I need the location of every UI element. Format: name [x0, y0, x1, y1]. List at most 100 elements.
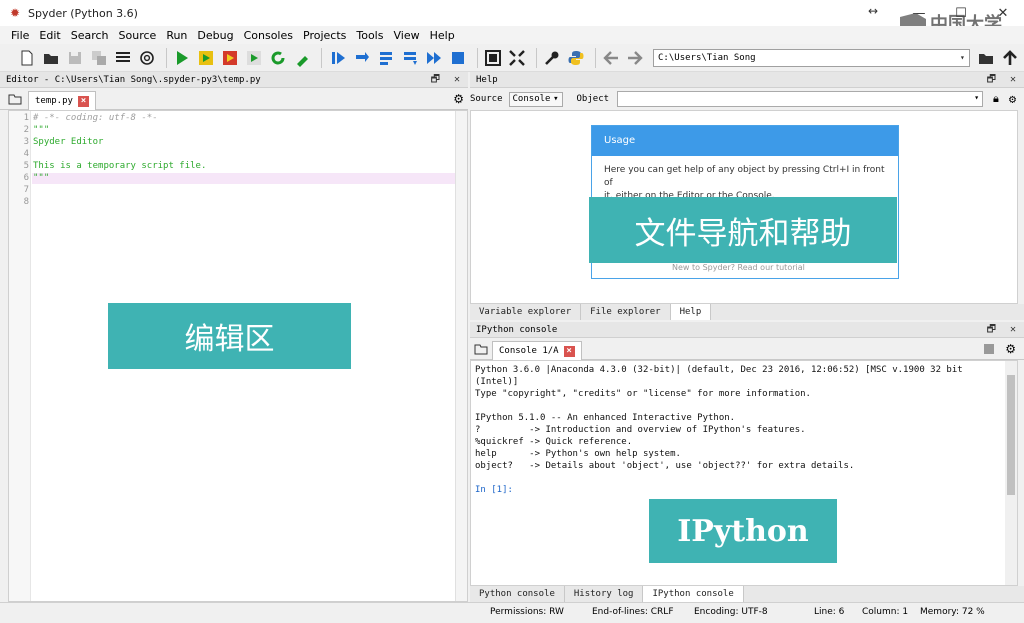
back-button[interactable]: [601, 47, 622, 69]
tab-help[interactable]: Help: [670, 304, 712, 320]
menu-consoles[interactable]: Consoles: [239, 29, 298, 42]
console-area-caption: IPython: [649, 499, 837, 563]
browse-directory-button[interactable]: [976, 47, 997, 69]
close-tab-icon[interactable]: ×: [563, 345, 575, 357]
console-pane-title: IPython console: [476, 325, 558, 335]
console-prompt: In [1]:: [475, 485, 513, 495]
browse-tabs-icon[interactable]: [8, 93, 22, 105]
step-button[interactable]: [351, 47, 372, 69]
editor-pane-buttons[interactable]: 🗗 ✕: [431, 72, 464, 88]
tab-console-1a[interactable]: Console 1/A ×: [492, 341, 582, 360]
run-cell-advance-button[interactable]: [220, 47, 241, 69]
open-file-button[interactable]: [40, 47, 61, 69]
close-tab-icon[interactable]: ×: [77, 95, 89, 107]
help-bottom-tabs: Variable explorer File explorer Help: [470, 304, 1024, 320]
at-button[interactable]: [136, 47, 157, 69]
menu-view[interactable]: View: [388, 29, 424, 42]
console-line: object? -> Details about 'object', use '…: [475, 461, 855, 471]
run-icon: [177, 50, 189, 65]
tab-temp-py[interactable]: temp.py ×: [28, 91, 96, 110]
file-list-button[interactable]: [112, 47, 133, 69]
help-pane-buttons[interactable]: 🗗 ✕: [987, 72, 1020, 88]
source-select[interactable]: Console ▾: [508, 91, 563, 107]
menu-projects[interactable]: Projects: [298, 29, 351, 42]
console-line: Type "copyright", "credits" or "license"…: [475, 389, 811, 399]
step-return-icon: [403, 51, 417, 65]
toolbar-separator: [476, 47, 478, 68]
help-content: Usage Here you can get help of any objec…: [470, 110, 1018, 304]
console-scrollbar[interactable]: [1005, 361, 1017, 585]
menu-help[interactable]: Help: [425, 29, 460, 42]
current-line-highlight: [32, 173, 456, 184]
fullscreen-button[interactable]: [507, 47, 528, 69]
debug-button[interactable]: [327, 47, 348, 69]
forward-button[interactable]: [625, 47, 646, 69]
object-input[interactable]: ▾: [617, 91, 984, 107]
maximize-pane-icon: [485, 49, 502, 66]
menu-debug[interactable]: Debug: [192, 29, 238, 42]
at-icon: [140, 50, 154, 65]
step-into-button[interactable]: [375, 47, 396, 69]
new-file-button[interactable]: [16, 47, 37, 69]
save-all-button[interactable]: [88, 47, 109, 69]
ipython-console[interactable]: Python 3.6.0 |Anaconda 4.3.0 (32-bit)| (…: [470, 360, 1018, 586]
menu-source[interactable]: Source: [114, 29, 162, 42]
stop-kernel-icon[interactable]: [984, 344, 994, 354]
line-number: 7: [23, 185, 29, 195]
line-number: 3: [23, 137, 29, 147]
usage-footer-link[interactable]: New to Spyder? Read our tutorial: [672, 263, 805, 272]
code-line: This is a temporary script file.: [33, 161, 207, 171]
spyder-app-icon: ✹: [9, 6, 21, 20]
console-line: (Intel)]: [475, 377, 519, 387]
save-button[interactable]: [64, 47, 85, 69]
working-directory-combo[interactable]: C:\Users\Tian Song ▾: [653, 48, 970, 67]
run-settings-button[interactable]: [292, 47, 313, 69]
gear-icon[interactable]: ⚙: [453, 92, 464, 106]
gear-icon[interactable]: ⚙: [1005, 342, 1016, 356]
run-button[interactable]: [172, 47, 193, 69]
menu-edit[interactable]: Edit: [34, 29, 65, 42]
source-label: Source: [470, 94, 503, 104]
continue-button[interactable]: [423, 47, 444, 69]
python-path-button[interactable]: [566, 47, 587, 69]
gear-icon[interactable]: ⚙: [1009, 92, 1016, 106]
rerun-button[interactable]: [268, 47, 289, 69]
menu-search[interactable]: Search: [66, 29, 114, 42]
menu-file[interactable]: File: [6, 29, 34, 42]
menu-run[interactable]: Run: [161, 29, 192, 42]
stop-icon: [452, 51, 465, 64]
tab-variable-explorer[interactable]: Variable explorer: [470, 304, 582, 320]
scrollbar-thumb[interactable]: [1007, 375, 1015, 495]
run-cell-button[interactable]: [196, 47, 217, 69]
line-number: 2: [23, 125, 29, 135]
arrow-right-icon: [628, 50, 644, 65]
status-column: Column: 1: [862, 607, 909, 617]
editor-scrollbar[interactable]: [455, 111, 467, 601]
object-label: Object: [576, 94, 610, 104]
chevron-down-icon: ▾: [959, 53, 965, 62]
source-select-value: Console: [512, 94, 551, 104]
python-icon: [568, 50, 584, 65]
toolbar-separator: [165, 47, 167, 68]
browse-tabs-icon[interactable]: [474, 343, 488, 355]
step-return-button[interactable]: [399, 47, 420, 69]
console-pane-buttons[interactable]: 🗗 ✕: [987, 322, 1020, 338]
lock-icon[interactable]: 🔒︎: [993, 92, 999, 106]
preferences-button[interactable]: [542, 47, 563, 69]
tab-file-explorer[interactable]: File explorer: [581, 304, 671, 320]
run-selection-button[interactable]: [244, 47, 265, 69]
tab-ipython-console[interactable]: IPython console: [643, 586, 744, 602]
menu-tools[interactable]: Tools: [351, 29, 388, 42]
console-line: %quickref -> Quick reference.: [475, 437, 633, 447]
tab-history-log[interactable]: History log: [565, 586, 644, 602]
stop-debug-button[interactable]: [448, 47, 469, 69]
parent-directory-button[interactable]: [1000, 47, 1021, 69]
toolbar-separator: [594, 47, 596, 68]
code-line: Spyder Editor: [33, 137, 104, 147]
maximize-pane-button[interactable]: [483, 47, 504, 69]
debug-icon: [331, 51, 345, 64]
console-pane-header: IPython console 🗗 ✕: [470, 322, 1024, 338]
chevron-down-icon: ▾: [974, 93, 980, 102]
main-toolbar: C:\Users\Tian Song ▾: [0, 44, 1024, 72]
tab-python-console[interactable]: Python console: [470, 586, 565, 602]
